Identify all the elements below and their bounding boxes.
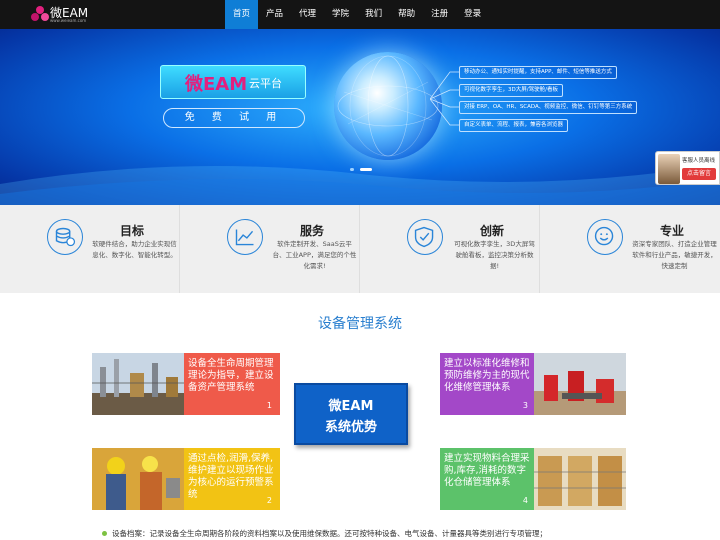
workers-photo (92, 448, 184, 510)
brand-tag: 云平台 (249, 77, 282, 90)
advantage-number: 4 (522, 496, 528, 505)
carousel-dot-1[interactable] (350, 168, 354, 171)
card-desc: 资深专家团队、打造企业管理软件和行业产品，敏捷开发，快速定制 (632, 240, 717, 270)
top-nav: 微EAM www.weieam.com 首页 产品 代理 学院 我们 帮助 注册… (0, 0, 720, 29)
card-title: 目标 (119, 224, 144, 238)
database-icon (47, 219, 83, 255)
brand-name: 微EAM (185, 74, 248, 95)
advantage-block-1[interactable]: 设备全生命周期管理理论为指导，建立设备资产管理系统 1 (92, 353, 280, 415)
smile-icon (587, 219, 623, 255)
agent-avatar (658, 154, 680, 184)
bullet-text: 设备档案：记录设备全生命周期各阶段的资料档案以及使用维保数据。还可按特种设备、电… (112, 529, 547, 538)
bullet-icon (102, 531, 107, 536)
nav-menu: 首页 产品 代理 学院 我们 帮助 注册 登录 (225, 0, 489, 29)
feature-card-innovation: 创新 可视化数字孪生，3D大屏驾驶舱看板，监控决策分析数据! (360, 205, 540, 293)
card-title: 服务 (299, 224, 324, 238)
feature-card-professional: 专业 资深专家团队、打造企业管理软件和行业产品，敏捷开发，快速定制 (540, 205, 720, 293)
feature-card-goal: 目标 软硬件结合，助力企业实现信息化、数字化、智能化转型。 (0, 205, 180, 293)
advantage-text: 建立以标准化维修和预防维修为主的现代化维修管理体系 (444, 358, 530, 393)
card-desc: 软硬件结合，助力企业实现信息化、数字化、智能化转型。 (92, 240, 177, 259)
nav-item-help[interactable]: 帮助 (390, 0, 423, 29)
advantage-number: 1 (266, 401, 272, 410)
advantage-text: 建立实现物料合理采购,库存,消耗的数字化仓储管理体系 (444, 453, 530, 488)
chart-icon (227, 219, 263, 255)
center-subtitle: 系统优势 (324, 420, 377, 435)
advantage-text: 通过点检,润滑,保养,维护建立以现场作业为核心的运行预警系统 (188, 453, 274, 500)
refinery-photo (92, 353, 184, 415)
card-desc: 软件定制开发、SaaS云平台、工业APP，满足您的个性化需求! (272, 240, 357, 270)
warehouse-photo (534, 448, 626, 510)
oilfield-photo (534, 353, 626, 415)
nav-item-products[interactable]: 产品 (258, 0, 291, 29)
advantage-block-2[interactable]: 通过点检,润滑,保养,维护建立以现场作业为核心的运行预警系统 2 (92, 448, 280, 510)
card-title: 专业 (659, 224, 684, 238)
globe-network-icon (337, 55, 439, 157)
free-trial-button[interactable]: 免 费 试 用 (163, 108, 305, 128)
advantage-number: 3 (522, 401, 528, 410)
banner-feature-2: 可视化数字孪生，3D大屏/驾驶舱/看板 (459, 84, 563, 97)
logo-url: www.weieam.com (50, 18, 87, 23)
logo-icon (31, 6, 49, 21)
feature-bullet: 设备档案：记录设备全生命周期各阶段的资料档案以及使用维保数据。还可按特种设备、电… (102, 528, 702, 540)
advantage-panel: 建立以标准化维修和预防维修为主的现代化维修管理体系 3 (440, 353, 536, 415)
nav-item-register[interactable]: 注册 (423, 0, 456, 29)
nav-item-academy[interactable]: 学院 (324, 0, 357, 29)
chat-widget[interactable]: 客服人员离线 点击留言 (655, 151, 720, 185)
nav-item-home[interactable]: 首页 (225, 0, 259, 29)
chat-status: 客服人员离线 (682, 158, 716, 164)
advantage-panel: 通过点检,润滑,保养,维护建立以现场作业为核心的运行预警系统 2 (184, 448, 280, 510)
card-title: 创新 (479, 224, 504, 238)
banner-feature-1: 移动办公、通知实时提醒，支持APP、邮件、短信等推送方式 (459, 66, 617, 79)
advantage-number: 2 (266, 496, 272, 505)
features-strip: 目标 软硬件结合，助力企业实现信息化、数字化、智能化转型。 服务 软件定制开发、… (0, 205, 720, 293)
advantage-panel: 建立实现物料合理采购,库存,消耗的数字化仓储管理体系 4 (440, 448, 536, 510)
banner-feature-4: 自定义表单、流程、报表，兼容各浏览器 (459, 119, 569, 132)
banner-feature-3: 对接 ERP、OA、HR、SCADA、视频监控、微信、钉钉等第三方系统 (459, 101, 638, 114)
nav-item-about[interactable]: 我们 (357, 0, 390, 29)
brand-box: 微EAM 云平台 (160, 65, 306, 99)
section-title: 设备管理系统 (318, 316, 402, 332)
shield-icon (407, 219, 443, 255)
hero-banner: 微EAM 云平台 免 费 试 用 移动办公、通知实时提醒，支持APP、邮件、短信… (0, 29, 720, 205)
center-title: 微EAM (328, 399, 374, 414)
system-advantage-box[interactable]: 微EAM 系统优势 (294, 383, 408, 445)
carousel-dot-2[interactable] (360, 168, 372, 171)
nav-item-agents[interactable]: 代理 (291, 0, 324, 29)
advantage-block-4[interactable]: 建立实现物料合理采购,库存,消耗的数字化仓储管理体系 4 (440, 448, 628, 510)
carousel-dots (350, 168, 380, 174)
leave-message-button[interactable]: 点击留言 (682, 168, 716, 180)
nav-item-login[interactable]: 登录 (456, 0, 489, 29)
site-logo[interactable]: 微EAM www.weieam.com (30, 3, 100, 25)
advantage-panel: 设备全生命周期管理理论为指导，建立设备资产管理系统 1 (184, 353, 280, 415)
card-desc: 可视化数字孪生，3D大屏驾驶舱看板，监控决策分析数据! (454, 240, 535, 270)
advantage-block-3[interactable]: 建立以标准化维修和预防维修为主的现代化维修管理体系 3 (440, 353, 628, 415)
feature-card-service: 服务 软件定制开发、SaaS云平台、工业APP，满足您的个性化需求! (180, 205, 360, 293)
advantage-text: 设备全生命周期管理理论为指导，建立设备资产管理系统 (188, 358, 274, 393)
